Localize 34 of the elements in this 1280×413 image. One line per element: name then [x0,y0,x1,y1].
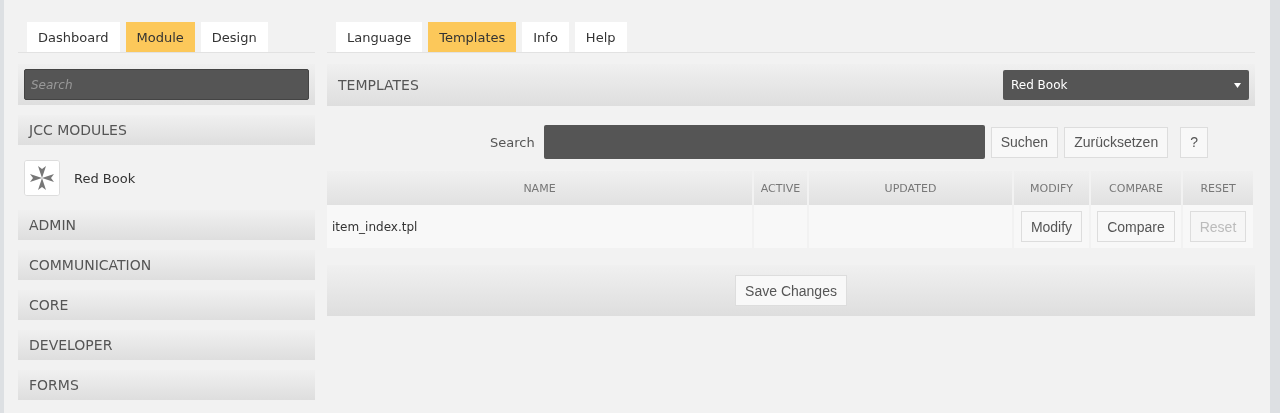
tab[interactable]: Info [522,22,569,52]
column-header: ACTIVE [753,171,808,205]
column-header: RESET [1182,171,1254,205]
module-item[interactable]: Red Book [74,170,136,186]
section-header[interactable]: JCC MODULES [18,115,315,145]
search-field[interactable]: Search [24,69,309,100]
column-header: UPDATED [808,171,1013,205]
search-button[interactable]: Zurücksetzen [1064,126,1169,158]
tab[interactable]: Language [336,22,423,52]
search-button[interactable]: ? [1180,126,1208,158]
column-header: MODIFY [1013,171,1090,205]
save-button[interactable]: Save Changes [735,275,847,306]
column-header: NAME [327,171,753,205]
search-field[interactable] [543,125,985,159]
tab[interactable]: Design [200,22,268,52]
caret-icon [1234,82,1241,88]
section-header[interactable]: FORMS [18,370,315,400]
section-header[interactable]: DEVELOPER [18,330,315,360]
section-header[interactable]: COMMUNICATION [18,250,315,280]
table-cell: item_index.tpl [327,205,753,248]
module-select[interactable]: Red Book [1003,70,1249,100]
row-action-button[interactable]: Modify [1020,211,1083,242]
section-title: TEMPLATES [338,77,419,93]
search-label: Search [490,134,535,150]
section-header[interactable]: CORE [18,290,315,320]
column-header: COMPARE [1090,171,1182,205]
tab[interactable]: Module [125,22,195,52]
tab[interactable]: Dashboard [27,22,120,52]
tab[interactable]: Templates [428,22,517,52]
row-action-button[interactable]: Compare [1097,211,1175,242]
search-button[interactable]: Suchen [990,126,1059,158]
cross-icon [24,160,60,196]
section-header[interactable]: ADMIN [18,210,315,240]
tab[interactable]: Help [574,22,627,52]
